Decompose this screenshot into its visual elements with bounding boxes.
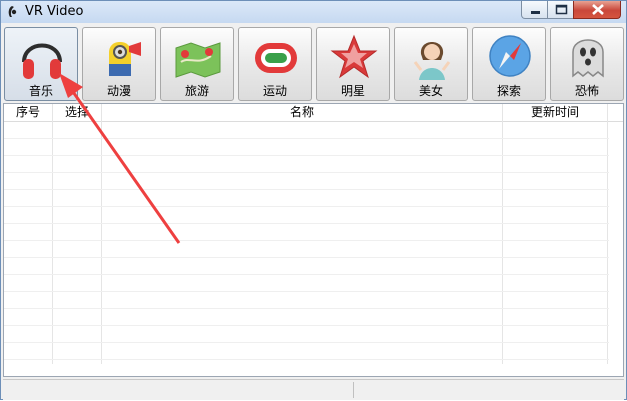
status-divider — [353, 382, 354, 398]
category-button-travel[interactable]: 旅游 — [160, 27, 234, 101]
category-label: 动漫 — [106, 84, 131, 98]
row-line — [4, 189, 609, 190]
row-line — [4, 274, 609, 275]
row-line — [4, 172, 609, 173]
column-header-updated[interactable]: 更新时间 — [503, 105, 607, 120]
row-line — [4, 291, 609, 292]
category-button-anime[interactable]: 动漫 — [82, 27, 156, 101]
star-icon — [330, 34, 378, 79]
girl-icon — [413, 42, 451, 80]
row-line — [4, 257, 609, 258]
headphones-icon — [22, 43, 62, 79]
category-button-music[interactable]: 音乐 — [4, 27, 78, 101]
maximize-icon — [555, 4, 568, 15]
category-toolbar: 音乐 动漫 旅游 运动 明星 美女 探索 恐怖 — [2, 25, 627, 103]
row-line — [4, 342, 609, 343]
minimize-button[interactable] — [521, 1, 548, 19]
map-icon — [175, 42, 221, 78]
maximize-button[interactable] — [547, 1, 574, 19]
row-line — [4, 359, 609, 360]
track-icon — [255, 43, 297, 73]
row-line — [4, 138, 609, 139]
minion-icon — [109, 42, 141, 76]
column-header-name[interactable]: 名称 — [102, 105, 502, 120]
status-bar — [3, 379, 624, 400]
column-header-index[interactable]: 序号 — [4, 105, 52, 120]
compass-icon — [489, 35, 531, 77]
category-label: 明星 — [340, 84, 365, 98]
row-line — [4, 325, 609, 326]
category-button-sports[interactable]: 运动 — [238, 27, 312, 101]
close-icon — [592, 4, 604, 15]
table-header: 序号 选择 名称 更新时间 — [4, 104, 623, 122]
window-title: VR Video — [25, 4, 84, 19]
category-label: 旅游 — [184, 84, 209, 98]
minimize-icon — [531, 11, 540, 14]
video-list-table[interactable]: 序号 选择 名称 更新时间 — [3, 103, 624, 377]
category-label: 运动 — [262, 84, 287, 98]
row-line — [4, 155, 609, 156]
app-icon — [8, 6, 17, 17]
category-label: 美女 — [418, 84, 443, 98]
category-button-horror[interactable]: 恐怖 — [550, 27, 624, 101]
category-button-explore[interactable]: 探索 — [472, 27, 546, 101]
category-button-beauty[interactable]: 美女 — [394, 27, 468, 101]
row-line — [4, 223, 609, 224]
title-bar: VR Video — [1, 1, 626, 23]
app-window: VR Video 音乐 动漫 旅游 运动 明星 美女 探索 恐怖 序号 选择 名… — [0, 0, 627, 400]
row-line — [4, 308, 609, 309]
category-label: 恐怖 — [574, 84, 599, 98]
ghost-icon — [572, 39, 604, 78]
category-button-stars[interactable]: 明星 — [316, 27, 390, 101]
close-button[interactable] — [573, 1, 621, 19]
row-line — [4, 240, 609, 241]
category-label: 音乐 — [28, 84, 53, 98]
column-header-select[interactable]: 选择 — [53, 105, 101, 120]
category-label: 探索 — [496, 84, 521, 98]
row-line — [4, 206, 609, 207]
